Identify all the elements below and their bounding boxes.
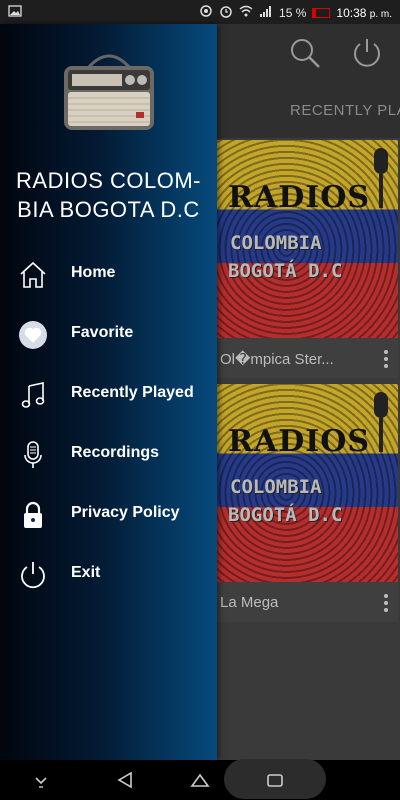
menu-item-favorite[interactable]: Favorite — [0, 310, 217, 358]
artwork-line: COLOMBIA — [230, 476, 322, 498]
alarm-icon — [219, 4, 233, 21]
artwork-line: RADIOS — [228, 424, 371, 459]
menu-item-label: Recently Played — [71, 384, 194, 401]
menu-item-label: Exit — [71, 564, 101, 581]
menu-item-label: Home — [71, 264, 116, 281]
menu-item-label: Favorite — [71, 324, 134, 341]
clock: 10:38 p. m. — [336, 6, 392, 20]
status-bar: 15 % 10:38 p. m. — [0, 0, 400, 24]
station-name: Ol�mpica Ster... — [220, 351, 334, 368]
sync-icon — [199, 4, 213, 21]
clock-ampm: p. m. — [369, 8, 392, 20]
artwork-line: COLOMBIA — [230, 232, 322, 254]
artwork-line: BOGOTÁ D.C — [228, 260, 343, 282]
drawer-title: RADIOS COLOM-BIA BOGOTA D.C — [16, 168, 201, 222]
tab-recently-played[interactable]: RECENTLY PLA — [290, 102, 400, 119]
menu-item-recordings[interactable]: Recordings — [0, 430, 217, 478]
home-button-icon[interactable] — [190, 770, 210, 795]
recents-icon[interactable] — [266, 770, 284, 795]
battery-percent: 15 % — [279, 5, 307, 20]
system-navigation-bar — [0, 759, 400, 800]
more-options-icon[interactable] — [384, 350, 388, 371]
artwork-line: RADIOS — [228, 180, 371, 215]
signal-icon — [259, 4, 273, 21]
station-card[interactable]: RADIOS COLOMBIA BOGOTÁ D.C Ol�mpica Ster… — [212, 140, 398, 378]
menu-item-recently-played[interactable]: Recently Played — [0, 370, 217, 418]
microphone-icon — [18, 440, 48, 470]
music-note-icon — [18, 380, 48, 410]
clock-time: 10:38 — [336, 5, 367, 20]
menu-item-home[interactable]: Home — [0, 250, 217, 298]
menu-item-label: Privacy Policy — [71, 504, 180, 521]
radio-logo-icon — [64, 54, 154, 130]
menu-item-exit[interactable]: Exit — [0, 550, 217, 598]
power-icon[interactable] — [350, 36, 384, 70]
artwork-line: BOGOTÁ D.C — [228, 504, 343, 526]
station-artwork: RADIOS COLOMBIA BOGOTÁ D.C — [212, 384, 398, 582]
search-icon[interactable] — [288, 36, 322, 70]
microphone-icon — [374, 148, 388, 208]
station-artwork: RADIOS COLOMBIA BOGOTÁ D.C — [212, 140, 398, 338]
back-icon[interactable] — [116, 770, 134, 795]
navigation-drawer: RADIOS COLOM-BIA BOGOTA D.C Home Favorit… — [0, 24, 217, 760]
hide-keyboard-icon[interactable] — [34, 770, 48, 795]
microphone-icon — [374, 392, 388, 452]
wifi-icon — [239, 4, 253, 21]
menu-item-privacy-policy[interactable]: Privacy Policy — [0, 490, 217, 538]
station-name: La Mega — [220, 594, 279, 611]
heart-icon — [18, 320, 48, 350]
lock-icon — [18, 500, 48, 530]
power-icon — [18, 560, 48, 590]
menu-item-label: Recordings — [71, 444, 160, 461]
home-icon — [18, 260, 48, 290]
more-options-icon[interactable] — [384, 594, 388, 615]
station-card[interactable]: RADIOS COLOMBIA BOGOTÁ D.C La Mega — [212, 384, 398, 622]
battery-icon — [312, 7, 331, 18]
gallery-notification-icon — [8, 4, 22, 21]
